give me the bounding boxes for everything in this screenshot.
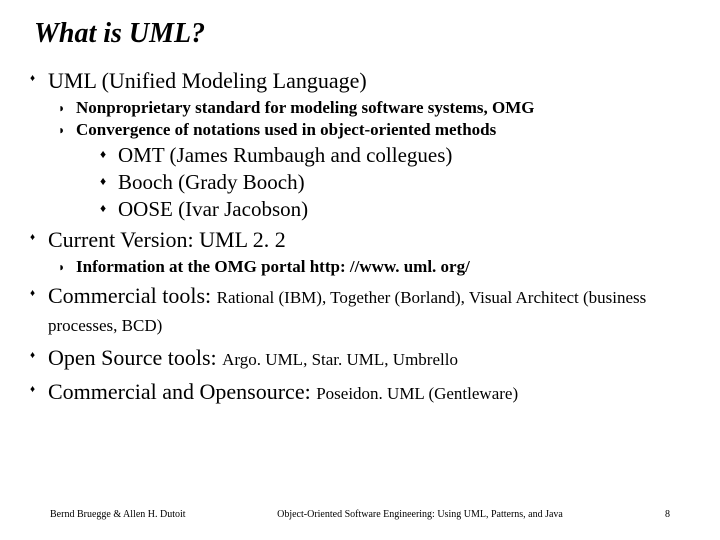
diamond-icon: ♦ [28, 379, 48, 401]
bullet-version: ♦ Current Version: UML 2. 2 [28, 227, 692, 253]
bullet-commercial-tools: ♦ Commercial tools: Rational (IBM), Toge… [28, 283, 692, 339]
bullet-text: OMT (James Rumbaugh and collegues) [118, 143, 452, 167]
halfcircle-icon: ◗ [58, 98, 76, 118]
bullet-omg-portal: ◗ Information at the OMG portal http: //… [58, 257, 692, 277]
bullet-text: Convergence of notations used in object-… [76, 120, 496, 140]
bullet-oose: ♦ OOSE (Ivar Jacobson) [100, 197, 692, 221]
bullet-opensource-tools: ♦ Open Source tools: Argo. UML, Star. UM… [28, 345, 692, 373]
bullet-nonproprietary: ◗ Nonproprietary standard for modeling s… [58, 98, 692, 118]
bullet-booch: ♦ Booch (Grady Booch) [100, 170, 692, 194]
bullet-text: OOSE (Ivar Jacobson) [118, 197, 308, 221]
footer-authors: Bernd Bruegge & Allen H. Dutoit [50, 509, 230, 520]
diamond-icon: ♦ [100, 170, 118, 192]
footer-title: Object-Oriented Software Engineering: Us… [230, 509, 610, 520]
halfcircle-icon: ◗ [58, 120, 76, 140]
bullet-text: Booch (Grady Booch) [118, 170, 305, 194]
diamond-icon: ♦ [100, 197, 118, 219]
bullet-text: Commercial and Opensource: Poseidon. UML… [48, 379, 518, 407]
bullet-convergence: ◗ Convergence of notations used in objec… [58, 120, 692, 140]
diamond-icon: ♦ [28, 227, 48, 249]
bullet-omt: ♦ OMT (James Rumbaugh and collegues) [100, 143, 692, 167]
bullet-text: Current Version: UML 2. 2 [48, 227, 286, 253]
diamond-icon: ♦ [100, 143, 118, 165]
slide-title: What is UML? [34, 18, 692, 50]
bullet-text: UML (Unified Modeling Language) [48, 68, 367, 94]
diamond-icon: ♦ [28, 283, 48, 305]
bullet-uml: ♦ UML (Unified Modeling Language) [28, 68, 692, 94]
diamond-icon: ♦ [28, 68, 48, 90]
bullet-text: Nonproprietary standard for modeling sof… [76, 98, 535, 118]
bullet-commercial-opensource: ♦ Commercial and Opensource: Poseidon. U… [28, 379, 692, 407]
bullet-text: Information at the OMG portal http: //ww… [76, 257, 470, 277]
footer-page-number: 8 [610, 509, 670, 520]
bullet-text: Open Source tools: Argo. UML, Star. UML,… [48, 345, 458, 373]
halfcircle-icon: ◗ [58, 257, 76, 277]
slide-footer: Bernd Bruegge & Allen H. Dutoit Object-O… [0, 509, 720, 520]
diamond-icon: ♦ [28, 345, 48, 367]
bullet-text: Commercial tools: Rational (IBM), Togeth… [48, 283, 692, 339]
